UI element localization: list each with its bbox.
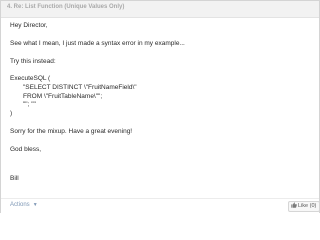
closing-text: Sorry for the mixup. Have a great evenin… [10, 128, 133, 135]
like-label: Like (0) [298, 203, 317, 209]
post-title: 4. Re: List Function (Unique Values Only… [7, 4, 125, 10]
code-line-end: ) [10, 110, 13, 117]
reply-post: 4. Re: List Function (Unique Values Only… [0, 0, 320, 213]
body-line-2: Try this instead: [10, 58, 56, 65]
greeting-text: Hey Director, [10, 22, 48, 29]
post-header: 4. Re: List Function (Unique Values Only… [1, 1, 319, 18]
code-line-select: "SELECT DISTINCT \"FruitNameField\" [23, 84, 137, 91]
chevron-down-icon: ▼ [32, 202, 38, 208]
like-button[interactable]: Like (0) [288, 201, 320, 212]
code-line-args: ""; "" [23, 101, 36, 108]
thumbs-up-icon [291, 202, 297, 208]
blessing-text: God bless, [10, 146, 42, 153]
signature-text: Bill [10, 175, 19, 182]
actions-label: Actions [10, 202, 30, 208]
actions-menu-button[interactable]: Actions ▼ [10, 202, 38, 208]
code-line-start: ExecuteSQL ( [10, 75, 51, 82]
post-footer: Actions ▼ Like (0) [1, 198, 320, 213]
body-line-1: See what I mean, I just made a syntax er… [10, 40, 185, 47]
code-line-from: FROM \"FruitTableName\""; [23, 93, 103, 100]
